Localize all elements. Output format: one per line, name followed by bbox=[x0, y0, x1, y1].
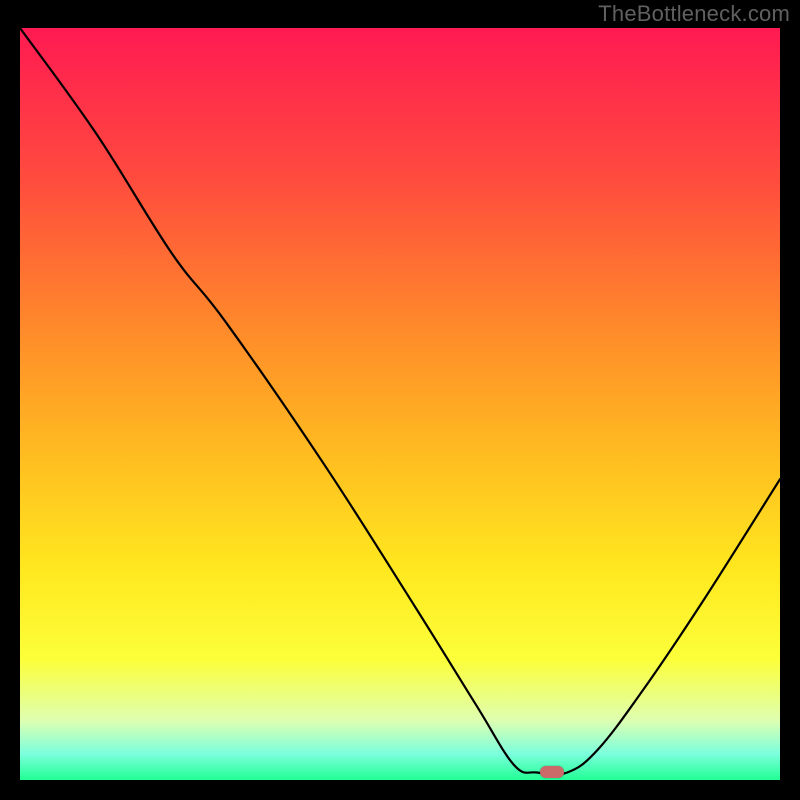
optimal-point-marker bbox=[540, 766, 564, 778]
bottleneck-curve bbox=[20, 28, 780, 780]
chart-frame: TheBottleneck.com bbox=[0, 0, 800, 800]
watermark-text: TheBottleneck.com bbox=[598, 1, 790, 27]
plot-area bbox=[20, 28, 780, 780]
